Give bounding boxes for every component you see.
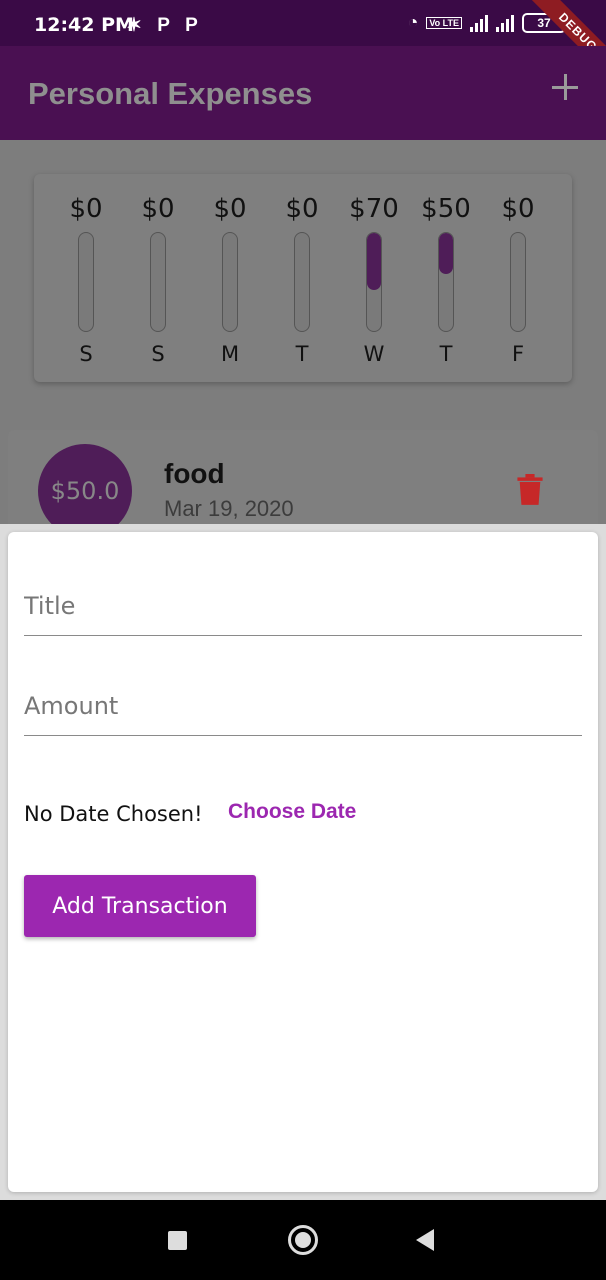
signal-icon [496, 14, 514, 32]
volte-icon: Vo LTE [426, 16, 462, 29]
bell-off-icon: ✶ [126, 15, 142, 36]
title-field[interactable] [24, 576, 582, 636]
chart-bar-track [150, 232, 166, 332]
chart-bar-track [294, 232, 310, 332]
chart-day-label: M [220, 342, 240, 366]
status-bar: 12:42 PM ✶ P P ◔ Vo LTE 37 DEBUG [0, 0, 606, 82]
signal-icon [470, 14, 488, 32]
chart-day-label: S [151, 342, 165, 366]
plus-icon[interactable] [552, 74, 578, 100]
chart-amount-label: $0 [501, 194, 535, 224]
chart-day-label: T [295, 342, 309, 366]
app-title: Personal Expenses [28, 76, 313, 111]
chart-bar-track [78, 232, 94, 332]
chart-bar-fill [439, 233, 453, 274]
chart-bar-track [438, 232, 454, 332]
square-icon[interactable] [168, 1231, 187, 1250]
wifi-icon: ◔ [407, 12, 419, 32]
chart-amount-label: $0 [69, 194, 103, 224]
status-right-icons: ◔ Vo LTE 37 [407, 12, 566, 33]
app-bar: Personal Expenses [0, 46, 606, 140]
chart-bar-track [510, 232, 526, 332]
chart-bar-track [222, 232, 238, 332]
title-input[interactable] [24, 576, 582, 635]
new-transaction-form: No Date Chosen! Choose Date Add Transact… [8, 532, 598, 1192]
trash-icon[interactable] [516, 474, 544, 506]
bottom-sheet: No Date Chosen! Choose Date Add Transact… [0, 524, 606, 1200]
chart-amount-label: $70 [349, 194, 399, 224]
chart-day-label: S [79, 342, 93, 366]
paytm-icon: P [157, 15, 170, 36]
chart-amount-label: $0 [141, 194, 175, 224]
no-date-label: No Date Chosen! [24, 802, 203, 826]
chart-day-label: W [363, 342, 385, 366]
system-nav-bar [0, 1200, 606, 1280]
chart-amount-label: $0 [213, 194, 247, 224]
chart-amount-label: $0 [285, 194, 319, 224]
transaction-title: food [164, 458, 225, 489]
chart-day-label: T [439, 342, 453, 366]
transaction-date: Mar 19, 2020 [164, 496, 294, 521]
add-transaction-button[interactable]: Add Transaction [24, 875, 256, 937]
chart-bar-track [366, 232, 382, 332]
status-notification-icons: ✶ P P [126, 14, 208, 37]
paytm-icon: P [185, 15, 198, 36]
amount-input[interactable] [24, 676, 582, 735]
circle-icon[interactable] [288, 1225, 318, 1255]
chart-bar-fill [367, 233, 381, 291]
triangle-back-icon[interactable] [416, 1229, 434, 1251]
chart-day-label: F [511, 342, 525, 366]
choose-date-button[interactable]: Choose Date [228, 800, 356, 824]
status-time: 12:42 PM [34, 14, 134, 36]
chart-amount-label: $50 [421, 194, 471, 224]
amount-field[interactable] [24, 676, 582, 736]
weekly-chart: $0 S $0 S $0 M $0 T $70 W $50 T $0 F [34, 174, 572, 382]
